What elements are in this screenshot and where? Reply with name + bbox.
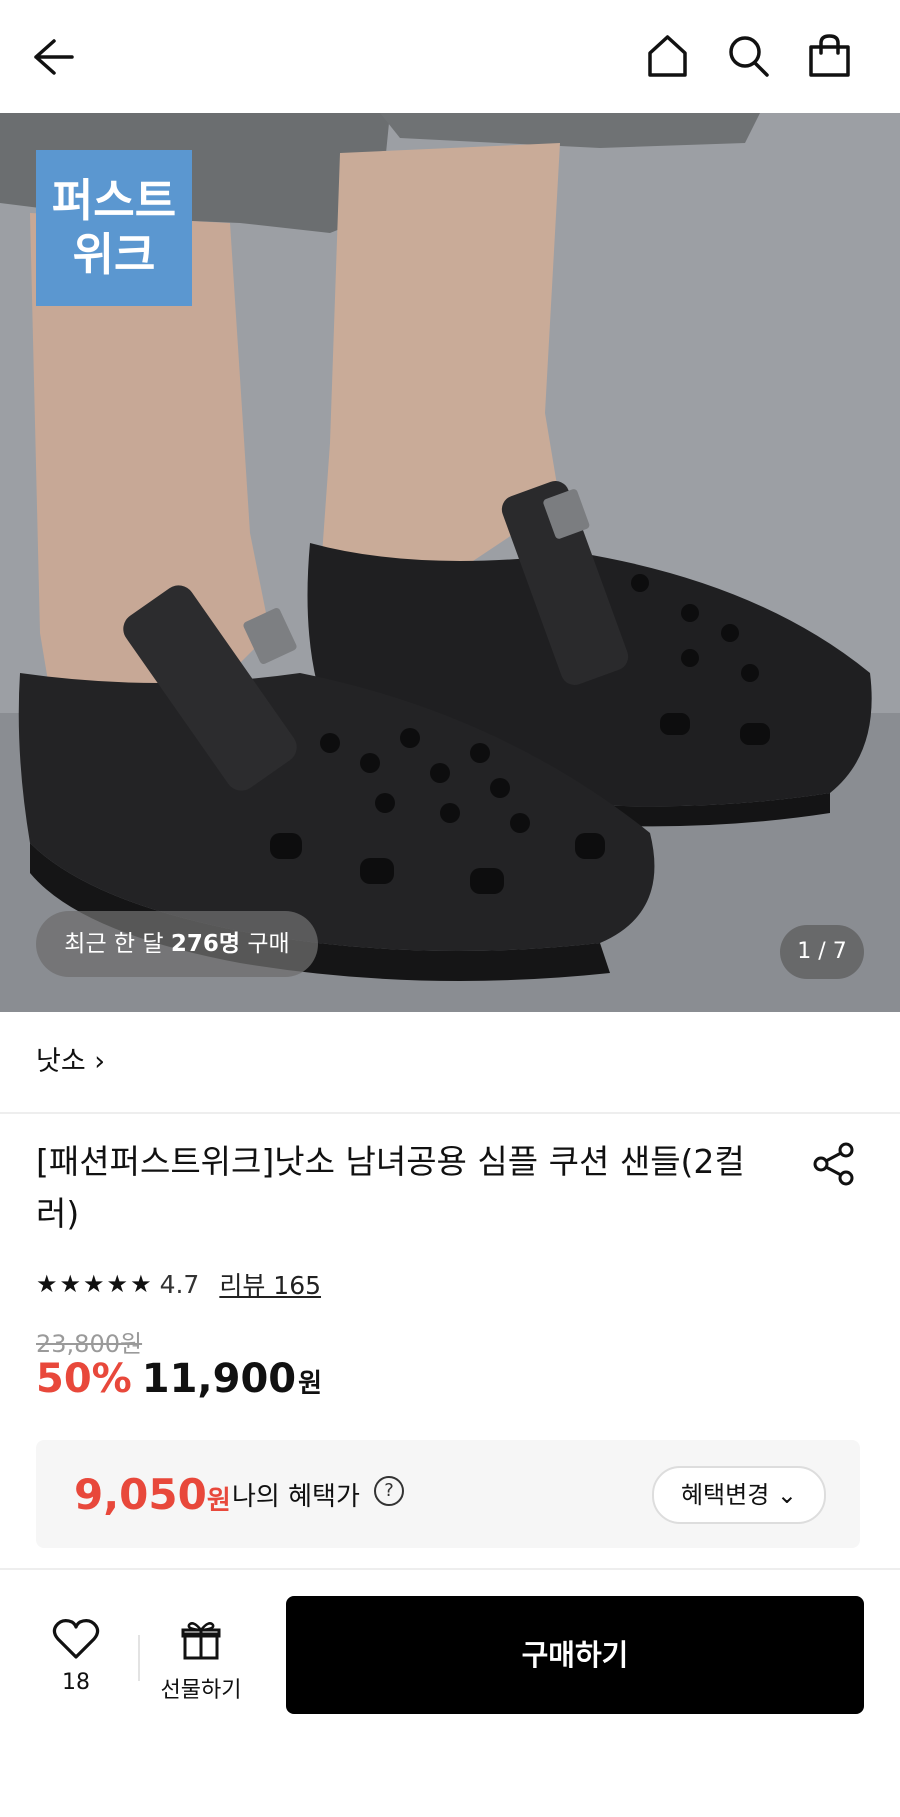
benefit-amount: 9,050 — [74, 1470, 207, 1519]
change-benefit-button[interactable]: 혜택변경 ⌄ — [652, 1466, 826, 1524]
buy-button[interactable]: 구매하기 — [286, 1596, 864, 1714]
badge-line-1: 퍼스트 — [51, 174, 177, 227]
share-icon[interactable] — [812, 1142, 856, 1186]
product-image-carousel[interactable]: 퍼스트 위크 최근 한 달 276명 구매 1 / 7 — [0, 113, 900, 1012]
divider — [0, 1112, 900, 1114]
original-price: 23,800원 — [36, 1330, 143, 1358]
brand-link[interactable]: 낫소 › — [36, 1032, 105, 1092]
product-title: [패션퍼스트위크]낫소 남녀공용 심플 쿠션 샌들(2컬러) — [36, 1142, 745, 1233]
gift-icon — [181, 1622, 221, 1664]
star-half-icon: ★ — [130, 1270, 152, 1298]
sale-price: 11,900 — [141, 1356, 297, 1402]
recent-purchase-pill: 최근 한 달 276명 구매 — [36, 911, 318, 977]
recent-suffix: 구매 — [240, 931, 290, 957]
badge-line-2: 위크 — [72, 228, 156, 281]
recent-prefix: 최근 한 달 — [64, 931, 171, 957]
divider — [138, 1635, 140, 1681]
top-app-bar — [0, 0, 900, 113]
like-count: 18 — [62, 1670, 90, 1695]
gift-button[interactable]: 선물하기 — [156, 1620, 246, 1704]
rating-value: 4.7 — [159, 1269, 200, 1299]
star-icon: ★ — [106, 1270, 129, 1298]
like-button[interactable]: 18 — [44, 1618, 108, 1695]
discount-rate: 50% — [36, 1356, 132, 1402]
help-icon[interactable]: ? — [374, 1476, 404, 1506]
divider — [0, 1568, 900, 1570]
rating-row: ★ ★ ★ ★ ★ 4.7 리뷰 165 — [36, 1264, 321, 1304]
benefit-currency: 원 — [206, 1486, 231, 1516]
star-icon: ★ — [83, 1270, 105, 1298]
price-row: 50% 11,900 원 — [36, 1356, 322, 1402]
shopping-bag-icon[interactable] — [807, 33, 852, 79]
image-counter: 1 / 7 — [780, 925, 864, 979]
gift-label: 선물하기 — [160, 1678, 242, 1703]
benefit-price-box: 9,050원 나의 혜택가 ? 혜택변경 ⌄ — [36, 1440, 860, 1548]
first-week-badge: 퍼스트 위크 — [36, 150, 192, 306]
currency-label: 원 — [298, 1369, 323, 1399]
heart-icon — [52, 1619, 100, 1664]
arrow-left-icon[interactable] — [30, 35, 76, 79]
review-link[interactable]: 리뷰 165 — [219, 1266, 321, 1302]
recent-count: 276명 — [170, 931, 241, 957]
benefit-price: 9,050원 — [74, 1470, 231, 1519]
star-rating: ★ ★ ★ ★ ★ — [36, 1270, 152, 1298]
home-icon[interactable] — [645, 33, 690, 79]
star-icon: ★ — [36, 1270, 58, 1298]
search-icon[interactable] — [726, 33, 771, 79]
benefit-label: 나의 혜택가 — [232, 1482, 360, 1512]
star-icon: ★ — [59, 1270, 82, 1298]
